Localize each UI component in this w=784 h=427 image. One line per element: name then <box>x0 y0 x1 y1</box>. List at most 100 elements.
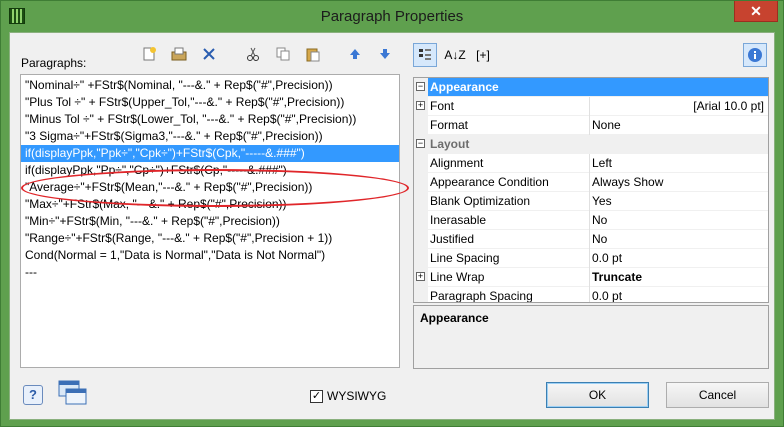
prop-row-appearance-condition[interactable]: Appearance Condition Always Show <box>414 173 768 192</box>
property-grid[interactable]: − Appearance + Font [Arial 10.0 pt] Form… <box>413 77 769 303</box>
prop-value[interactable]: None <box>592 118 621 132</box>
column-divider <box>589 154 590 173</box>
list-item[interactable]: "Average÷"+FStr$(Mean,"---&." + Rep$("#"… <box>21 179 399 196</box>
prop-row-font[interactable]: + Font [Arial 10.0 pt] <box>414 97 768 116</box>
windows-icon[interactable] <box>58 380 88 406</box>
column-divider <box>589 97 590 116</box>
wysiwyg-label: WYSIWYG <box>327 389 387 403</box>
wysiwyg-checkbox[interactable]: ✓ WYSIWYG <box>310 389 386 403</box>
help-button[interactable]: ? <box>23 385 43 405</box>
row-gutter <box>414 116 428 135</box>
list-item[interactable]: "Plus Tol ÷" + FStr$(Upper_Tol,"---&." +… <box>21 94 399 111</box>
prop-value[interactable]: Always Show <box>592 175 663 189</box>
prop-name: Inerasable <box>430 213 487 227</box>
column-divider <box>589 173 590 192</box>
row-gutter <box>414 173 428 192</box>
prop-value[interactable]: No <box>592 213 607 227</box>
cancel-button[interactable]: Cancel <box>666 382 769 408</box>
prop-value[interactable]: No <box>592 232 607 246</box>
row-gutter <box>414 192 428 211</box>
column-divider <box>589 287 590 302</box>
row-gutter <box>414 287 428 302</box>
paste-icon[interactable] <box>302 43 324 65</box>
checkmark-icon[interactable]: ✓ <box>310 389 323 403</box>
prop-name: Alignment <box>430 156 484 170</box>
category-appearance[interactable]: − Appearance <box>414 78 768 97</box>
list-item[interactable]: Cond(Normal = 1,"Data is Normal","Data i… <box>21 247 399 264</box>
list-item[interactable]: "Min÷"+FStr$(Min, "---&." + Rep$("#",Pre… <box>21 213 399 230</box>
prop-name: Paragraph Spacing <box>430 289 533 303</box>
prop-value[interactable]: Yes <box>592 194 612 208</box>
prop-row-justified[interactable]: Justified No <box>414 230 768 249</box>
prop-row-line-spacing[interactable]: Line Spacing 0.0 pt <box>414 249 768 268</box>
prop-value[interactable]: Left <box>592 156 612 170</box>
copy-icon[interactable] <box>272 43 294 65</box>
paragraphs-list[interactable]: "Nominal÷" +FStr$(Nominal, "---&." + Rep… <box>20 74 409 368</box>
window-title: Paragraph Properties <box>320 8 464 25</box>
row-gutter: − <box>414 78 428 97</box>
expand-all-button[interactable]: [+] <box>471 43 495 67</box>
paragraphs-label: Paragraphs: <box>21 56 87 70</box>
dialog-window: Paragraph Properties ✕ Paragraphs: "Nomi… <box>0 0 784 427</box>
collapse-icon[interactable]: − <box>416 139 425 148</box>
delete-icon[interactable] <box>198 43 220 65</box>
ok-button[interactable]: OK <box>546 382 649 408</box>
column-divider <box>589 192 590 211</box>
move-up-icon[interactable] <box>344 43 366 65</box>
prop-row-format[interactable]: Format None <box>414 116 768 135</box>
prop-value[interactable]: Truncate <box>592 270 642 284</box>
description-panel: Appearance <box>413 305 769 369</box>
prop-row-line-wrap[interactable]: + Line Wrap Truncate <box>414 268 768 287</box>
sort-alphabetical-button[interactable]: A↓Z <box>443 43 467 67</box>
prop-name: Justified <box>430 232 475 246</box>
close-button[interactable]: ✕ <box>734 1 778 22</box>
title-bar[interactable]: Paragraph Properties ✕ <box>1 1 783 32</box>
row-gutter <box>414 154 428 173</box>
categorized-view-icon[interactable] <box>413 43 437 67</box>
move-down-icon[interactable] <box>374 43 396 65</box>
list-item-selected[interactable]: if(displayPpk,"Ppk÷","Cpk÷")+FStr$(Cpk,"… <box>21 145 399 162</box>
prop-name: Appearance Condition <box>430 175 549 189</box>
prop-value[interactable]: 0.0 pt <box>592 251 622 265</box>
prop-row-alignment[interactable]: Alignment Left <box>414 154 768 173</box>
dialog-client: Paragraphs: "Nominal÷" +FStr$(Nominal, "… <box>9 32 775 420</box>
row-gutter <box>414 230 428 249</box>
prop-row-paragraph-spacing[interactable]: Paragraph Spacing 0.0 pt <box>414 287 768 303</box>
row-gutter <box>414 211 428 230</box>
row-gutter: + <box>414 268 428 287</box>
prop-row-inerasable[interactable]: Inerasable No <box>414 211 768 230</box>
category-layout[interactable]: − Layout <box>414 135 768 154</box>
prop-name: Font <box>430 99 455 113</box>
list-item[interactable]: "Minus Tol ÷" + FStr$(Lower_Tol, "---&."… <box>21 111 399 128</box>
column-divider <box>589 230 590 249</box>
list-item[interactable]: "Range÷"+FStr$(Range, "---&." + Rep$("#"… <box>21 230 399 247</box>
row-gutter: + <box>414 97 428 116</box>
list-item[interactable]: --- <box>21 264 399 281</box>
prop-row-blank-optimization[interactable]: Blank Optimization Yes <box>414 192 768 211</box>
info-icon[interactable] <box>743 43 767 67</box>
expand-icon[interactable]: + <box>416 272 425 281</box>
property-toolbar: A↓Z [+] <box>413 43 769 69</box>
category-label: Layout <box>430 137 470 151</box>
prop-name: Line Spacing <box>430 251 500 265</box>
collapse-icon[interactable]: − <box>416 82 425 91</box>
column-divider <box>589 211 590 230</box>
prop-name: Format <box>430 118 469 132</box>
list-item[interactable]: "Max÷"+FStr$(Max, "---&." + Rep$("#",Pre… <box>21 196 399 213</box>
list-item[interactable]: if(displayPpk,"Pp÷","Cp÷")+FStr$(Cp,"---… <box>21 162 399 179</box>
list-item[interactable]: "3 Sigma÷"+FStr$(Sigma3,"---&." + Rep$("… <box>21 128 399 145</box>
prop-value[interactable]: [Arial 10.0 pt] <box>693 99 764 113</box>
category-label: Appearance <box>430 80 499 94</box>
insert-icon[interactable] <box>168 43 190 65</box>
column-divider <box>589 268 590 287</box>
prop-name: Line Wrap <box>430 270 485 284</box>
row-gutter <box>414 249 428 268</box>
expand-icon[interactable]: + <box>416 101 425 110</box>
prop-value[interactable]: 0.0 pt <box>592 289 622 302</box>
list-item[interactable]: "Nominal÷" +FStr$(Nominal, "---&." + Rep… <box>21 77 399 94</box>
row-gutter: − <box>414 135 428 154</box>
cut-icon[interactable] <box>242 43 264 65</box>
new-icon[interactable] <box>138 43 160 65</box>
description-title: Appearance <box>420 311 489 325</box>
prop-name: Blank Optimization <box>430 194 531 208</box>
